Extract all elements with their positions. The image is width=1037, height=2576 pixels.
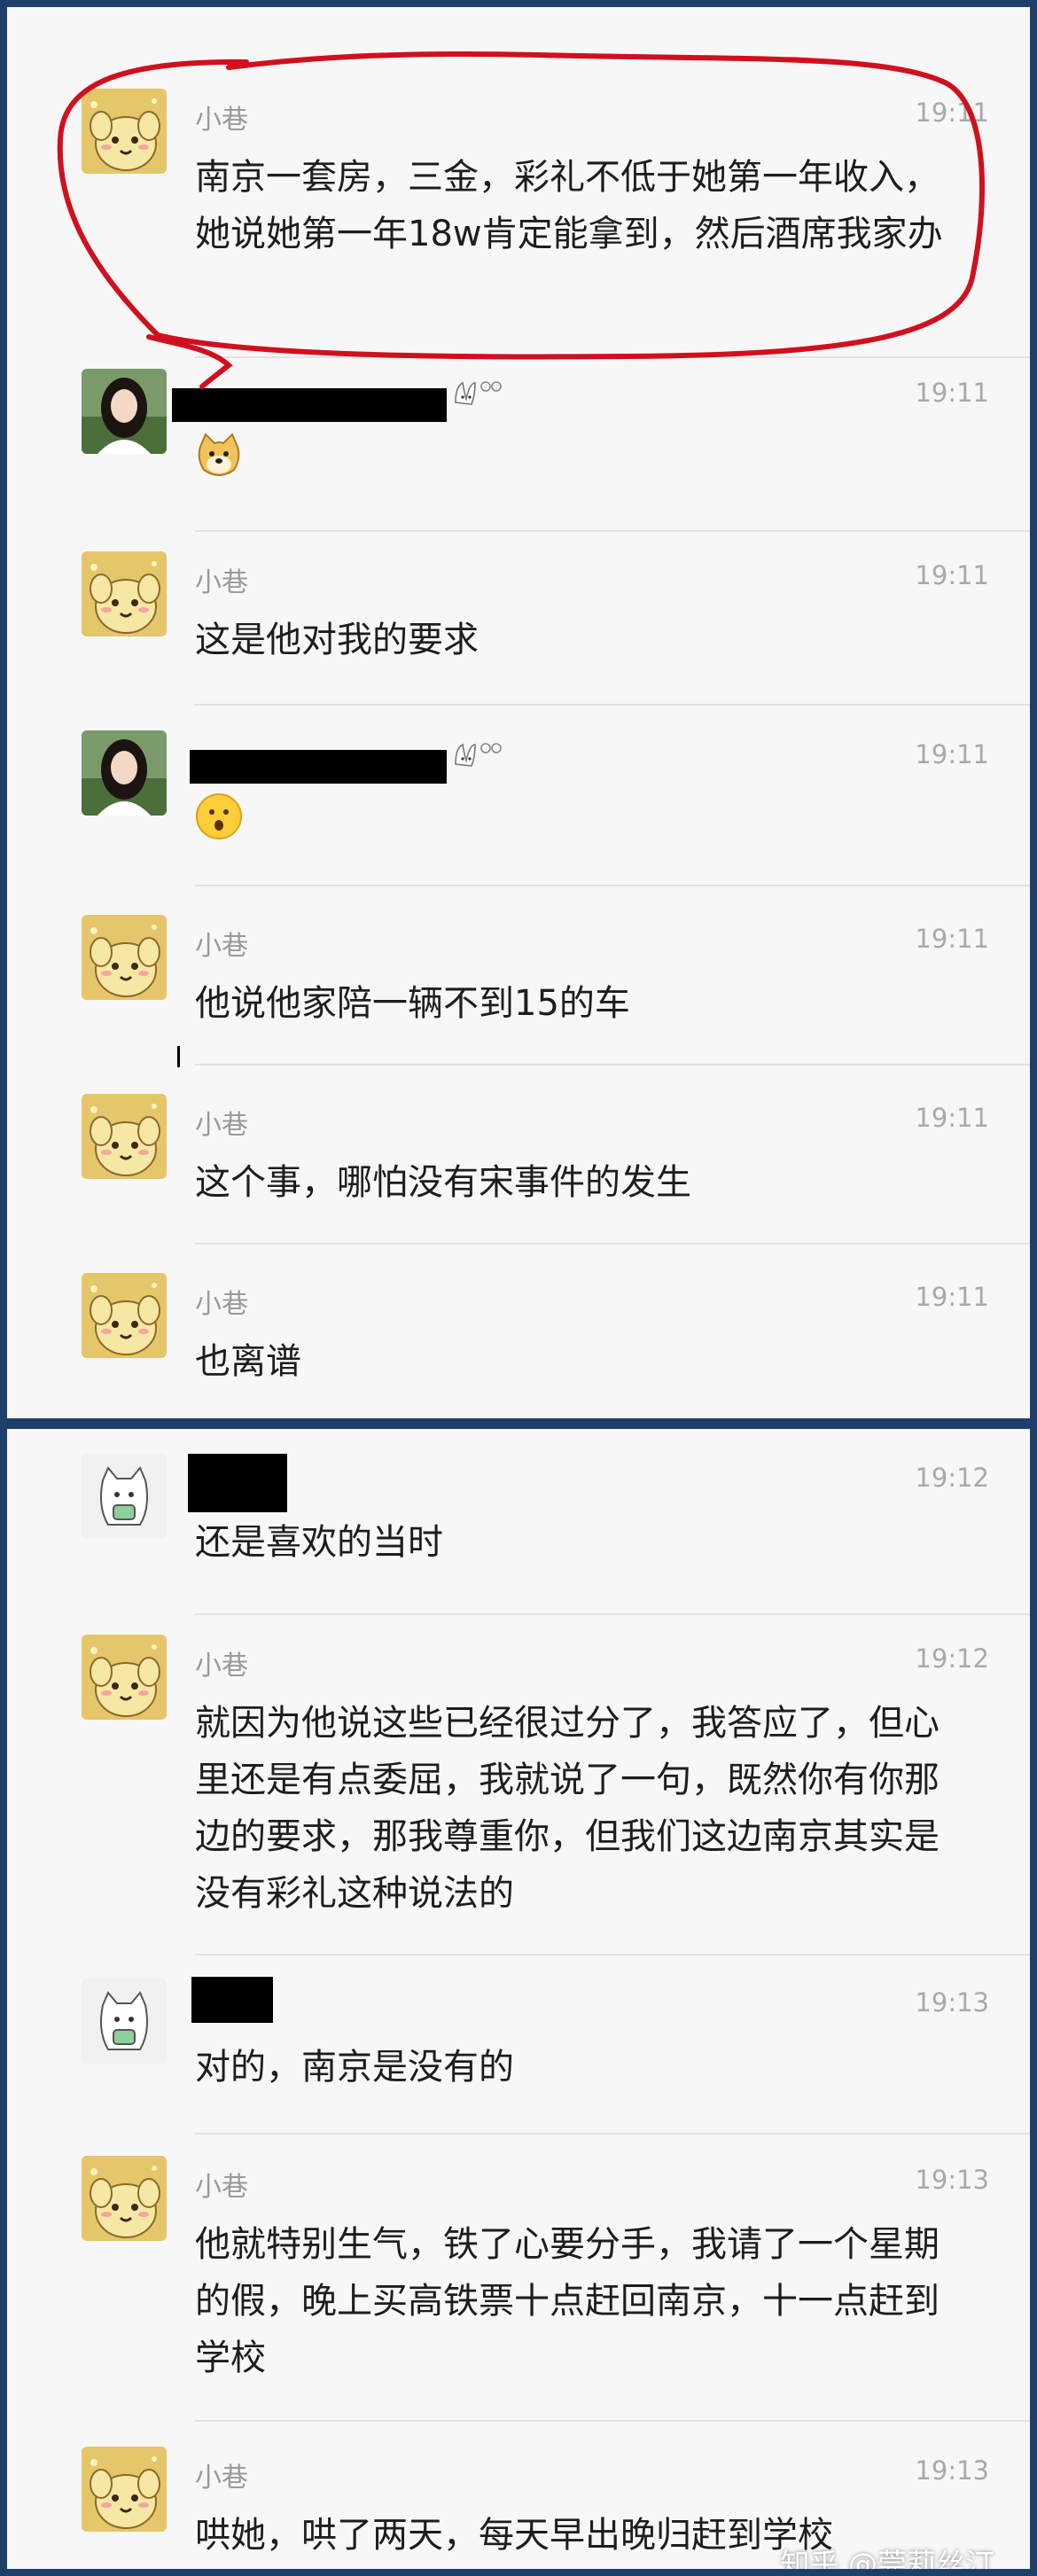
avatar[interactable] — [82, 1094, 167, 1179]
message-time: 19:11 — [915, 739, 989, 769]
message-text: 他说他家陪一辆不到15的车 — [195, 983, 630, 1024]
message-time: 19:11 — [915, 1282, 989, 1312]
redacted-name — [191, 1977, 273, 2023]
message-time: 19:11 — [915, 1103, 989, 1133]
avatar[interactable] — [82, 89, 167, 174]
sender-name: 小巷 — [195, 567, 248, 598]
avatar[interactable] — [82, 730, 167, 816]
message-text: 南京一套房，三金，彩礼不低于她第一年收入，她说她第一年18w肯定能拿到，然后酒席… — [195, 157, 943, 254]
message-row: 小巷 19:11 南京一套房，三金，彩礼不低于她第一年收入，她说她第一年18w肯… — [7, 89, 1030, 337]
sender-name: 小巷 — [195, 1289, 248, 1320]
message-text: 这个事，哪怕没有宋事件的发生 — [195, 1162, 691, 1203]
message-text: 对的，南京是没有的 — [195, 2047, 514, 2088]
divider — [195, 2133, 1030, 2135]
divider — [195, 704, 1030, 706]
message-text: 他就特别生气，铁了心要分手，我请了一个星期的假，晚上买高铁票十点赶回南京，十一点… — [195, 2224, 940, 2378]
message-text: 还是喜欢的当时 — [195, 1522, 443, 1563]
message-text: 这是他对我的要求 — [195, 620, 479, 660]
redacted-name — [188, 1454, 287, 1512]
text-cursor — [177, 1046, 180, 1067]
message-time: 19:13 — [915, 2455, 989, 2486]
message-time: 19:13 — [915, 2165, 989, 2195]
message-time: 19:11 — [915, 924, 989, 954]
message-time: 19:11 — [915, 378, 989, 408]
message-time: 19:12 — [915, 1463, 989, 1493]
divider — [195, 1954, 1030, 1955]
chat-screenshot-2: 19:12 还是喜欢的当时 小巷 19:12 就因为他说这些已经很过分了，我答应… — [7, 1429, 1030, 2569]
message-row: 小巷 19:11 也离谱 — [7, 1273, 1030, 1415]
message-row: 19:11 — [7, 369, 1030, 528]
message-text: 就因为他说这些已经很过分了，我答应了，但心里还是有点委屈，我就说了一句，既然你有… — [195, 1703, 940, 1914]
sender-name: 小巷 — [195, 1110, 248, 1141]
avatar[interactable] — [82, 1979, 167, 2064]
message-row: 小巷 19:13 他就特别生气，铁了心要分手，我请了一个星期的假，晚上买高铁票十… — [7, 2156, 1030, 2404]
surprised-face-emoji-icon — [195, 792, 243, 840]
divider — [195, 1613, 1030, 1615]
sender-name: 小巷 — [195, 2172, 248, 2203]
divider — [195, 1064, 1030, 1066]
avatar[interactable] — [82, 2156, 167, 2241]
message-row: 小巷 19:11 这个事，哪怕没有宋事件的发生 — [7, 1094, 1030, 1236]
divider — [195, 530, 1030, 532]
divider — [195, 2420, 1030, 2422]
message-time: 19:11 — [915, 98, 989, 128]
sender-name: 小巷 — [195, 1651, 248, 1682]
redacted-name — [172, 388, 447, 422]
message-text: 也离谱 — [195, 1341, 301, 1382]
dog-face-emoji-icon — [195, 431, 243, 479]
message-time: 19:13 — [915, 1987, 989, 2018]
avatar[interactable] — [82, 1454, 167, 1539]
message-row: 19:11 — [7, 730, 1030, 881]
zhihu-watermark: 知乎 @莞莉丝汀 — [780, 2547, 995, 2569]
sender-name: 小巷 — [195, 931, 248, 962]
avatar[interactable] — [82, 1635, 167, 1720]
chat-screenshot-1: 小巷 19:11 南京一套房，三金，彩礼不低于她第一年收入，她说她第一年18w肯… — [7, 7, 1030, 1418]
avatar[interactable] — [82, 369, 167, 454]
divider — [195, 356, 1030, 358]
divider — [195, 1243, 1030, 1245]
divider — [195, 885, 1030, 886]
message-time: 19:11 — [915, 560, 989, 590]
avatar[interactable] — [82, 2447, 167, 2532]
avatar[interactable] — [82, 915, 167, 1000]
message-row: 小巷 19:11 这是他对我的要求 — [7, 551, 1030, 693]
redacted-name — [190, 750, 447, 784]
sender-name: 小巷 — [195, 2463, 248, 2494]
sender-name: 小巷 — [195, 105, 248, 136]
avatar[interactable] — [82, 1273, 167, 1358]
message-row: 小巷 19:12 就因为他说这些已经很过分了，我答应了，但心里还是有点委屈，我就… — [7, 1635, 1030, 1936]
message-row: 19:12 还是喜欢的当时 — [7, 1454, 1030, 1596]
rabbit-icon — [450, 376, 503, 411]
rabbit-icon — [450, 738, 503, 773]
message-row: 19:13 对的，南京是没有的 — [7, 1977, 1030, 2129]
avatar[interactable] — [82, 551, 167, 636]
message-row: 小巷 19:11 他说他家陪一辆不到15的车 — [7, 915, 1030, 1057]
message-time: 19:12 — [915, 1643, 989, 1674]
